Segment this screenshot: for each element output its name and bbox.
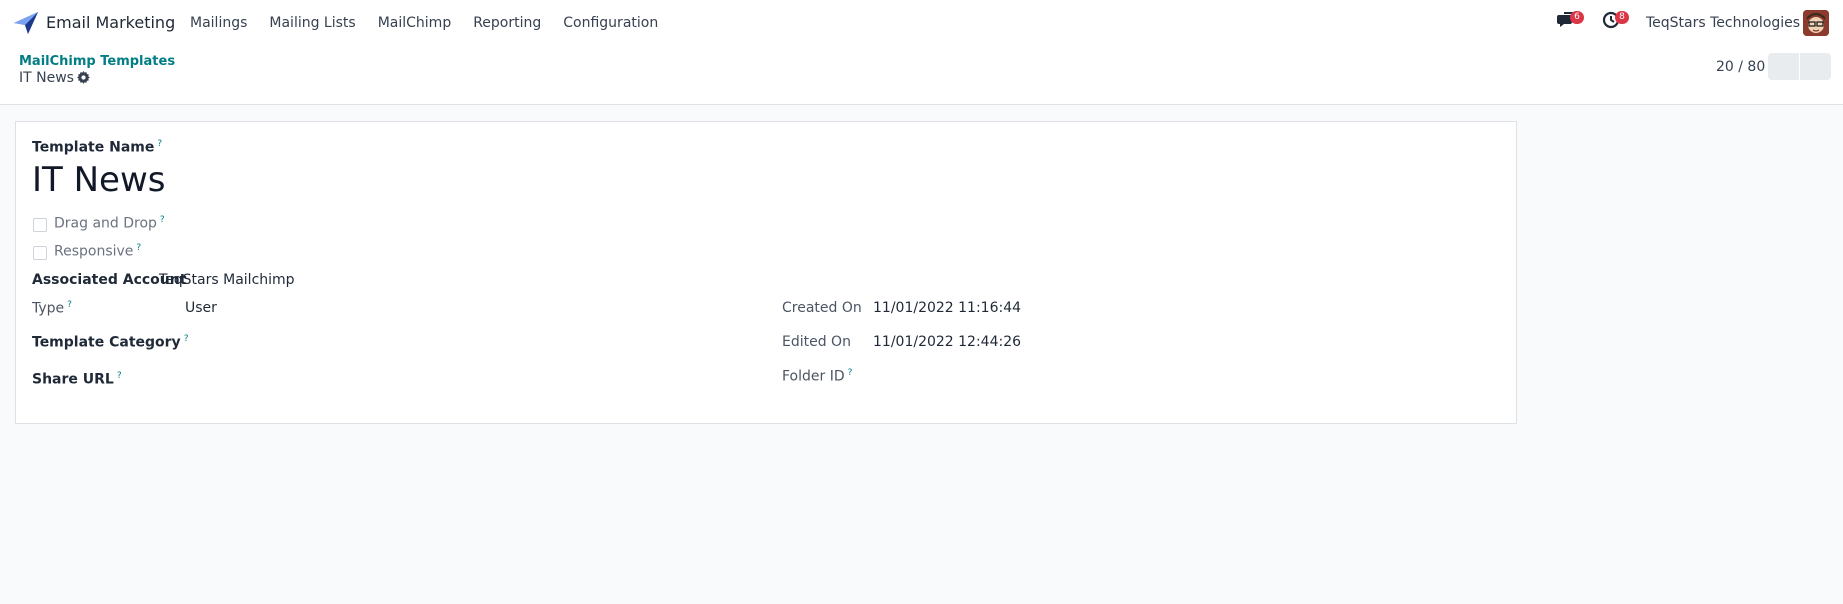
folder-id-label: Folder ID?	[782, 368, 853, 385]
breadcrumb-mailchimp-templates[interactable]: MailChimp Templates	[19, 54, 175, 69]
drag-and-drop-checkbox[interactable]	[33, 218, 47, 232]
activities-count-badge: 8	[1615, 11, 1629, 24]
app-name[interactable]: Email Marketing	[46, 13, 175, 32]
help-tooltip-icon[interactable]: ?	[160, 215, 165, 225]
menu-item-mailing-lists[interactable]: Mailing Lists	[269, 15, 355, 31]
template-category-label: Template Category?	[32, 334, 189, 351]
associated-account-field[interactable]: TeqStars Mailchimp	[159, 272, 295, 288]
responsive-label: Responsive?	[54, 243, 142, 260]
avatar-icon	[1803, 10, 1829, 36]
menu-item-mailings[interactable]: Mailings	[190, 15, 247, 31]
help-tooltip-icon[interactable]: ?	[67, 300, 72, 310]
type-label: Type?	[32, 300, 72, 317]
main-menu: Mailings Mailing Lists MailChimp Reporti…	[190, 15, 680, 31]
menu-item-mailchimp[interactable]: MailChimp	[378, 15, 452, 31]
record-title: IT News	[19, 70, 74, 86]
email-marketing-logo-icon[interactable]	[14, 12, 38, 34]
template-name-input[interactable]: IT News	[32, 160, 165, 200]
help-tooltip-icon[interactable]: ?	[184, 334, 189, 344]
created-on-label: Created On	[782, 300, 862, 316]
created-on-field: 11/01/2022 11:16:44	[873, 300, 1022, 316]
pager-value[interactable]: 20 / 80	[1716, 59, 1765, 75]
messages-button[interactable]: 6	[1556, 8, 1584, 34]
template-name-label: Template Name?	[32, 139, 163, 156]
pager-next-button[interactable]	[1800, 53, 1831, 80]
menu-item-reporting[interactable]: Reporting	[473, 15, 541, 31]
responsive-checkbox[interactable]	[33, 246, 47, 260]
help-tooltip-icon[interactable]: ?	[136, 243, 141, 253]
help-tooltip-icon[interactable]: ?	[848, 368, 853, 378]
menu-item-configuration[interactable]: Configuration	[563, 15, 658, 31]
company-switcher[interactable]: TeqStars Technologies	[1646, 15, 1800, 31]
user-avatar[interactable]	[1803, 10, 1829, 36]
help-tooltip-icon[interactable]: ?	[117, 371, 122, 381]
top-navbar: Email Marketing Mailings Mailing Lists M…	[0, 0, 1843, 46]
pager-previous-button[interactable]	[1768, 53, 1799, 80]
edited-on-label: Edited On	[782, 334, 851, 350]
help-tooltip-icon[interactable]: ?	[157, 139, 162, 149]
gear-icon[interactable]	[77, 71, 90, 84]
drag-and-drop-label: Drag and Drop?	[54, 215, 165, 232]
messages-count-badge: 6	[1570, 11, 1584, 24]
type-field[interactable]: User	[185, 300, 217, 316]
activities-button[interactable]: 8	[1601, 8, 1629, 34]
share-url-label: Share URL?	[32, 371, 122, 388]
control-panel: MailChimp Templates IT News 20 / 80	[0, 46, 1843, 105]
form-sheet: Template Name? IT News Drag and Drop? Re…	[15, 121, 1517, 424]
edited-on-field: 11/01/2022 12:44:26	[873, 334, 1022, 350]
